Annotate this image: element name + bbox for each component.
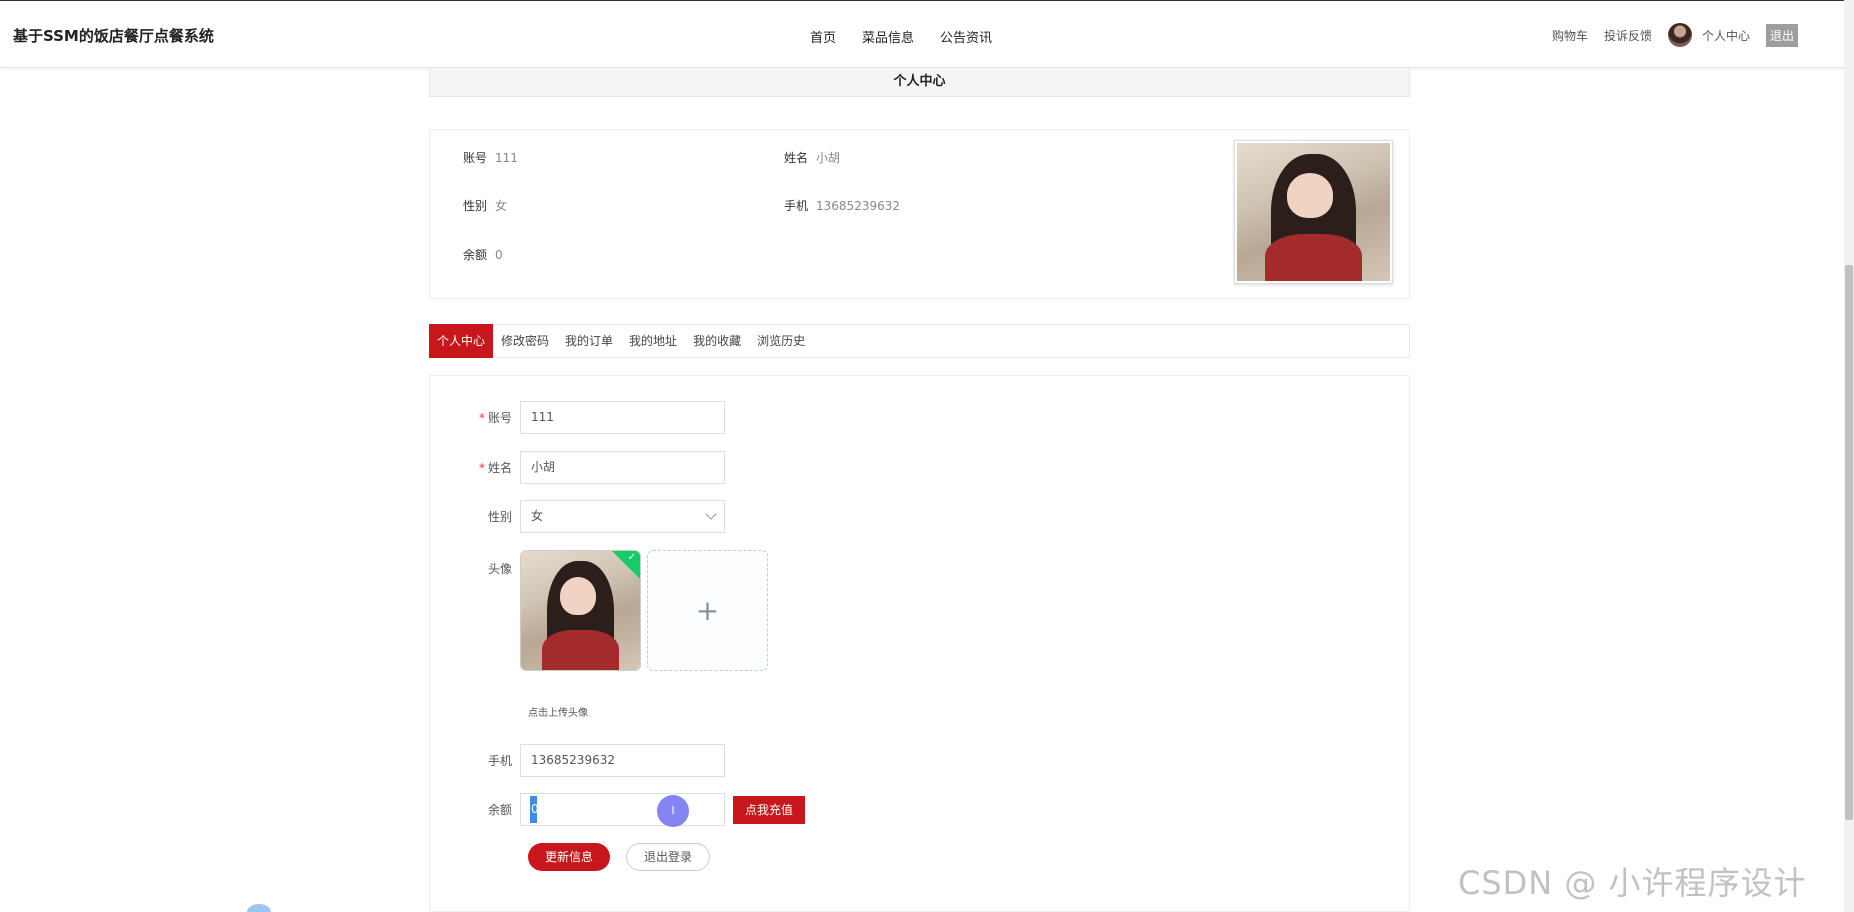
gender-select[interactable]: 女 [520,500,725,533]
top-navbar: 基于SSM的饭店餐厅点餐系统 首页 菜品信息 公告资讯 购物车 投诉反馈 个人中… [0,0,1844,68]
phone-label: 手机 [487,754,512,768]
summary-account-value: 111 [495,151,518,165]
nav-feedback[interactable]: 投诉反馈 [1604,27,1652,44]
avatar-label: 头像 [487,562,512,576]
summary-balance-label: 余额 [463,248,488,262]
logout-button[interactable]: 退出 [1765,23,1798,47]
balance-field[interactable]: 0 I [520,793,725,827]
profile-photo [1234,140,1393,284]
form-row-balance: 余额 0 I 点我充值 [430,793,806,827]
tab-history[interactable]: 浏览历史 [749,325,813,357]
summary-phone-label: 手机 [784,199,809,213]
upload-tip: 点击上传头像 [528,708,588,719]
tab-change-password[interactable]: 修改密码 [493,325,557,357]
summary-phone: 手机 13685239632 [784,197,900,214]
form-actions: 更新信息 退出登录 [528,843,711,871]
form-row-account: * 账号 111 [430,401,725,434]
profile-tabs: 个人中心 修改密码 我的订单 我的地址 我的收藏 浏览历史 [429,323,1410,358]
form-row-name: * 姓名 小胡 [430,451,725,484]
nav-cart[interactable]: 购物车 [1552,27,1588,44]
gender-label: 性别 [487,510,512,524]
profile-summary-card: 账号 111 姓名 小胡 性别女 手机 13685239632 余额 0 [429,129,1410,299]
avatar[interactable] [1667,23,1692,47]
summary-gender: 性别女 [463,197,507,214]
name-label: * 姓名 [478,461,512,475]
summary-gender-label: 性别 [463,199,488,213]
summary-account: 账号 111 [463,149,518,166]
form-row-phone: 手机 13685239632 [430,744,725,777]
summary-balance: 余额 0 [463,246,503,263]
gender-selected-value: 女 [531,509,544,523]
portrait-image [1237,143,1390,281]
summary-phone-value: 13685239632 [816,199,900,213]
mouse-cursor-icon: I [657,795,689,827]
page-title: 个人中心 [429,67,1410,97]
tab-my-favorites[interactable]: 我的收藏 [685,325,749,357]
form-row-avatar: 头像 ✓ + [430,550,768,671]
summary-name-label: 姓名 [784,151,809,165]
nav-personal-center[interactable]: 个人中心 [1702,27,1750,44]
summary-balance-value: 0 [495,248,503,262]
phone-field[interactable]: 13685239632 [520,744,725,777]
avatar-image [521,551,640,670]
summary-name-value: 小胡 [816,151,841,165]
balance-label: 余额 [487,803,512,817]
profile-form: * 账号 111 * 姓名 小胡 性别 女 头像 ✓ + 点击上传头像 手机 136… [429,375,1410,912]
logout-account-button[interactable]: 退出登录 [626,843,711,871]
site-title: 基于SSM的饭店餐厅点餐系统 [13,27,214,45]
scrollbar[interactable] [1844,0,1854,912]
tab-my-address[interactable]: 我的地址 [621,325,685,357]
check-icon: ✓ [627,552,636,563]
summary-name: 姓名 小胡 [784,149,840,166]
balance-value: 0 [531,802,539,816]
user-nav: 购物车 投诉反馈 个人中心 退出 [1552,23,1798,47]
recharge-button[interactable]: 点我充值 [733,795,806,824]
account-field[interactable]: 111 [520,401,725,434]
nav-news[interactable]: 公告资讯 [940,27,992,46]
summary-gender-value: 女 [495,199,508,213]
form-row-gender: 性别 女 [430,500,725,533]
main-nav: 首页 菜品信息 公告资讯 [810,27,992,46]
nav-home[interactable]: 首页 [810,27,836,46]
floating-widget[interactable] [247,904,271,912]
nav-dishes[interactable]: 菜品信息 [862,27,914,46]
summary-account-label: 账号 [463,151,488,165]
tab-personal-center[interactable]: 个人中心 [429,323,494,358]
watermark: CSDN @ 小许程序设计 [1458,864,1807,902]
upload-add-button[interactable]: + [647,550,768,671]
name-field[interactable]: 小胡 [520,451,725,484]
tab-my-orders[interactable]: 我的订单 [557,325,621,357]
chevron-down-icon [705,508,717,520]
update-info-button[interactable]: 更新信息 [528,843,611,871]
scrollbar-thumb[interactable] [1845,265,1853,820]
uploaded-avatar[interactable]: ✓ [520,550,641,671]
account-label: * 账号 [478,411,512,425]
